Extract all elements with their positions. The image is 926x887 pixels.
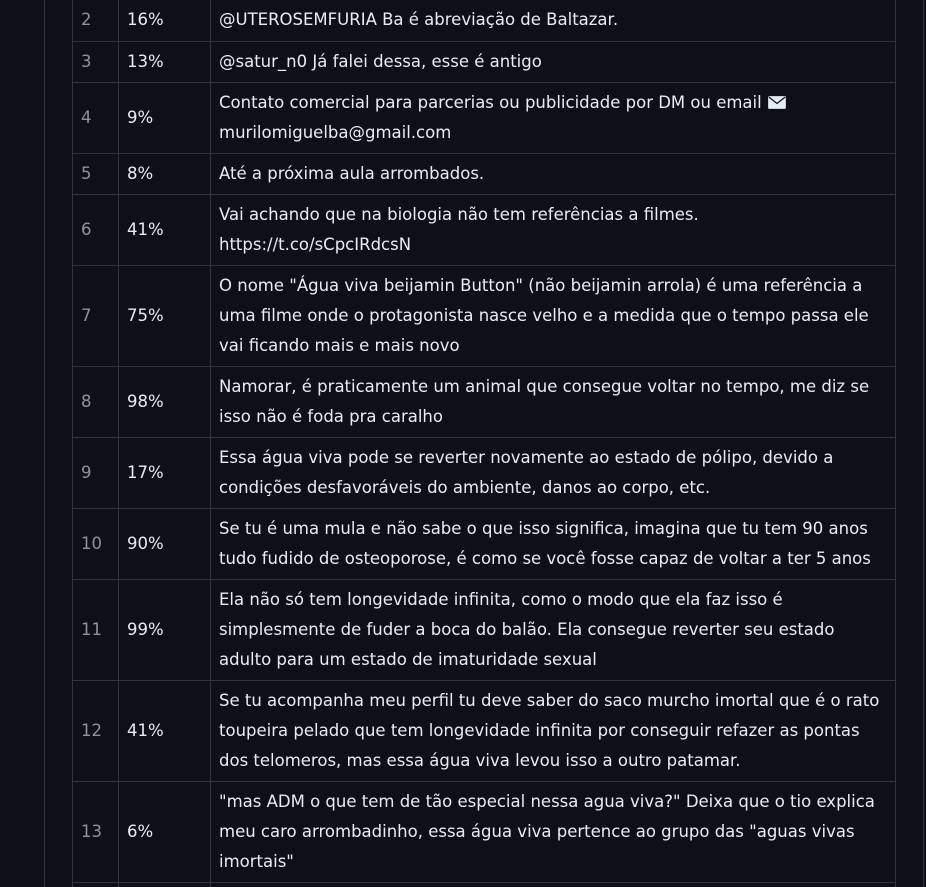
table-row: 4 9% Contato comercial para parcerias ou…: [72, 81, 896, 154]
table-row: 2 16% @UTEROSEMFURIA Ba é abreviação de …: [72, 0, 896, 42]
row-percentage: 16%: [118, 0, 211, 42]
row-number: 12: [72, 679, 119, 782]
table-row: 5 8% Até a próxima aula arrombados.: [72, 152, 896, 195]
row-number: 4: [72, 81, 119, 154]
table-row: 6 41% Vai achando que na biologia não te…: [72, 193, 896, 266]
table-row: 9 17% Essa água viva pode se reverter no…: [72, 436, 896, 509]
row-text: Vai achando que na biologia não tem refe…: [210, 193, 896, 266]
row-percentage: 75%: [118, 264, 211, 367]
table-row: 12 41% Se tu acompanha meu perfil tu dev…: [72, 679, 896, 782]
envelope-icon: [767, 95, 786, 109]
row-text: @UTEROSEMFURIA Ba é abreviação de Baltaz…: [210, 0, 896, 42]
row-number: 10: [72, 507, 119, 580]
row-text: Contato comercial para parcerias ou publ…: [219, 92, 762, 112]
row-text: Namorar, é praticamente um animal que co…: [210, 365, 896, 438]
row-percentage: 98%: [118, 365, 211, 438]
row-number: 11: [72, 578, 119, 681]
row-percentage: 9%: [118, 81, 211, 154]
table-body: 2 16% @UTEROSEMFURIA Ba é abreviação de …: [72, 0, 896, 887]
table-row: 10 90% Se tu é uma mula e não sabe o que…: [72, 507, 896, 580]
row-percentage: 13%: [118, 40, 211, 83]
row-percentage: 6%: [118, 780, 211, 883]
row-number: 9: [72, 436, 119, 509]
row-number: 5: [72, 152, 119, 195]
row-number: 7: [72, 264, 119, 367]
table-row: 7 75% O nome "Água viva beijamin Button"…: [72, 264, 896, 367]
row-number: 6: [72, 193, 119, 266]
table-row: [72, 881, 896, 887]
row-text: Até a próxima aula arrombados.: [210, 152, 896, 195]
row-percentage: 99%: [118, 578, 211, 681]
tweets-table: 2 16% @UTEROSEMFURIA Ba é abreviação de …: [72, 0, 896, 887]
row-percentage: 8%: [118, 152, 211, 195]
row-number: 13: [72, 780, 119, 883]
row-text: Se tu é uma mula e não sabe o que isso s…: [210, 507, 896, 580]
row-number: 8: [72, 365, 119, 438]
table-row: 3 13% @satur_n0 Já falei dessa, esse é a…: [72, 40, 896, 83]
row-text: Se tu acompanha meu perfil tu deve saber…: [210, 679, 896, 782]
row-percentage: 90%: [118, 507, 211, 580]
row-text-with-email: Contato comercial para parcerias ou publ…: [210, 81, 896, 154]
row-number: 3: [72, 40, 119, 83]
tweets-table-container: 2 16% @UTEROSEMFURIA Ba é abreviação de …: [72, 0, 896, 887]
row-percentage: 41%: [118, 193, 211, 266]
row-number: 2: [72, 0, 119, 42]
row-text: Ela não só tem longevidade infinita, com…: [210, 578, 896, 681]
row-text: @satur_n0 Já falei dessa, esse é antigo: [210, 40, 896, 83]
row-percentage: 17%: [118, 436, 211, 509]
table-row: 11 99% Ela não só tem longevidade infini…: [72, 578, 896, 681]
table-row: 13 6% "mas ADM o que tem de tão especial…: [72, 780, 896, 883]
row-text: "mas ADM o que tem de tão especial nessa…: [210, 780, 896, 883]
email-address: murilomiguelba@gmail.com: [219, 122, 452, 142]
page: 2 16% @UTEROSEMFURIA Ba é abreviação de …: [0, 0, 926, 887]
row-text: O nome "Água viva beijamin Button" (não …: [210, 264, 896, 367]
table-row: 8 98% Namorar, é praticamente um animal …: [72, 365, 896, 438]
row-text: Essa água viva pode se reverter novament…: [210, 436, 896, 509]
row-percentage: 41%: [118, 679, 211, 782]
